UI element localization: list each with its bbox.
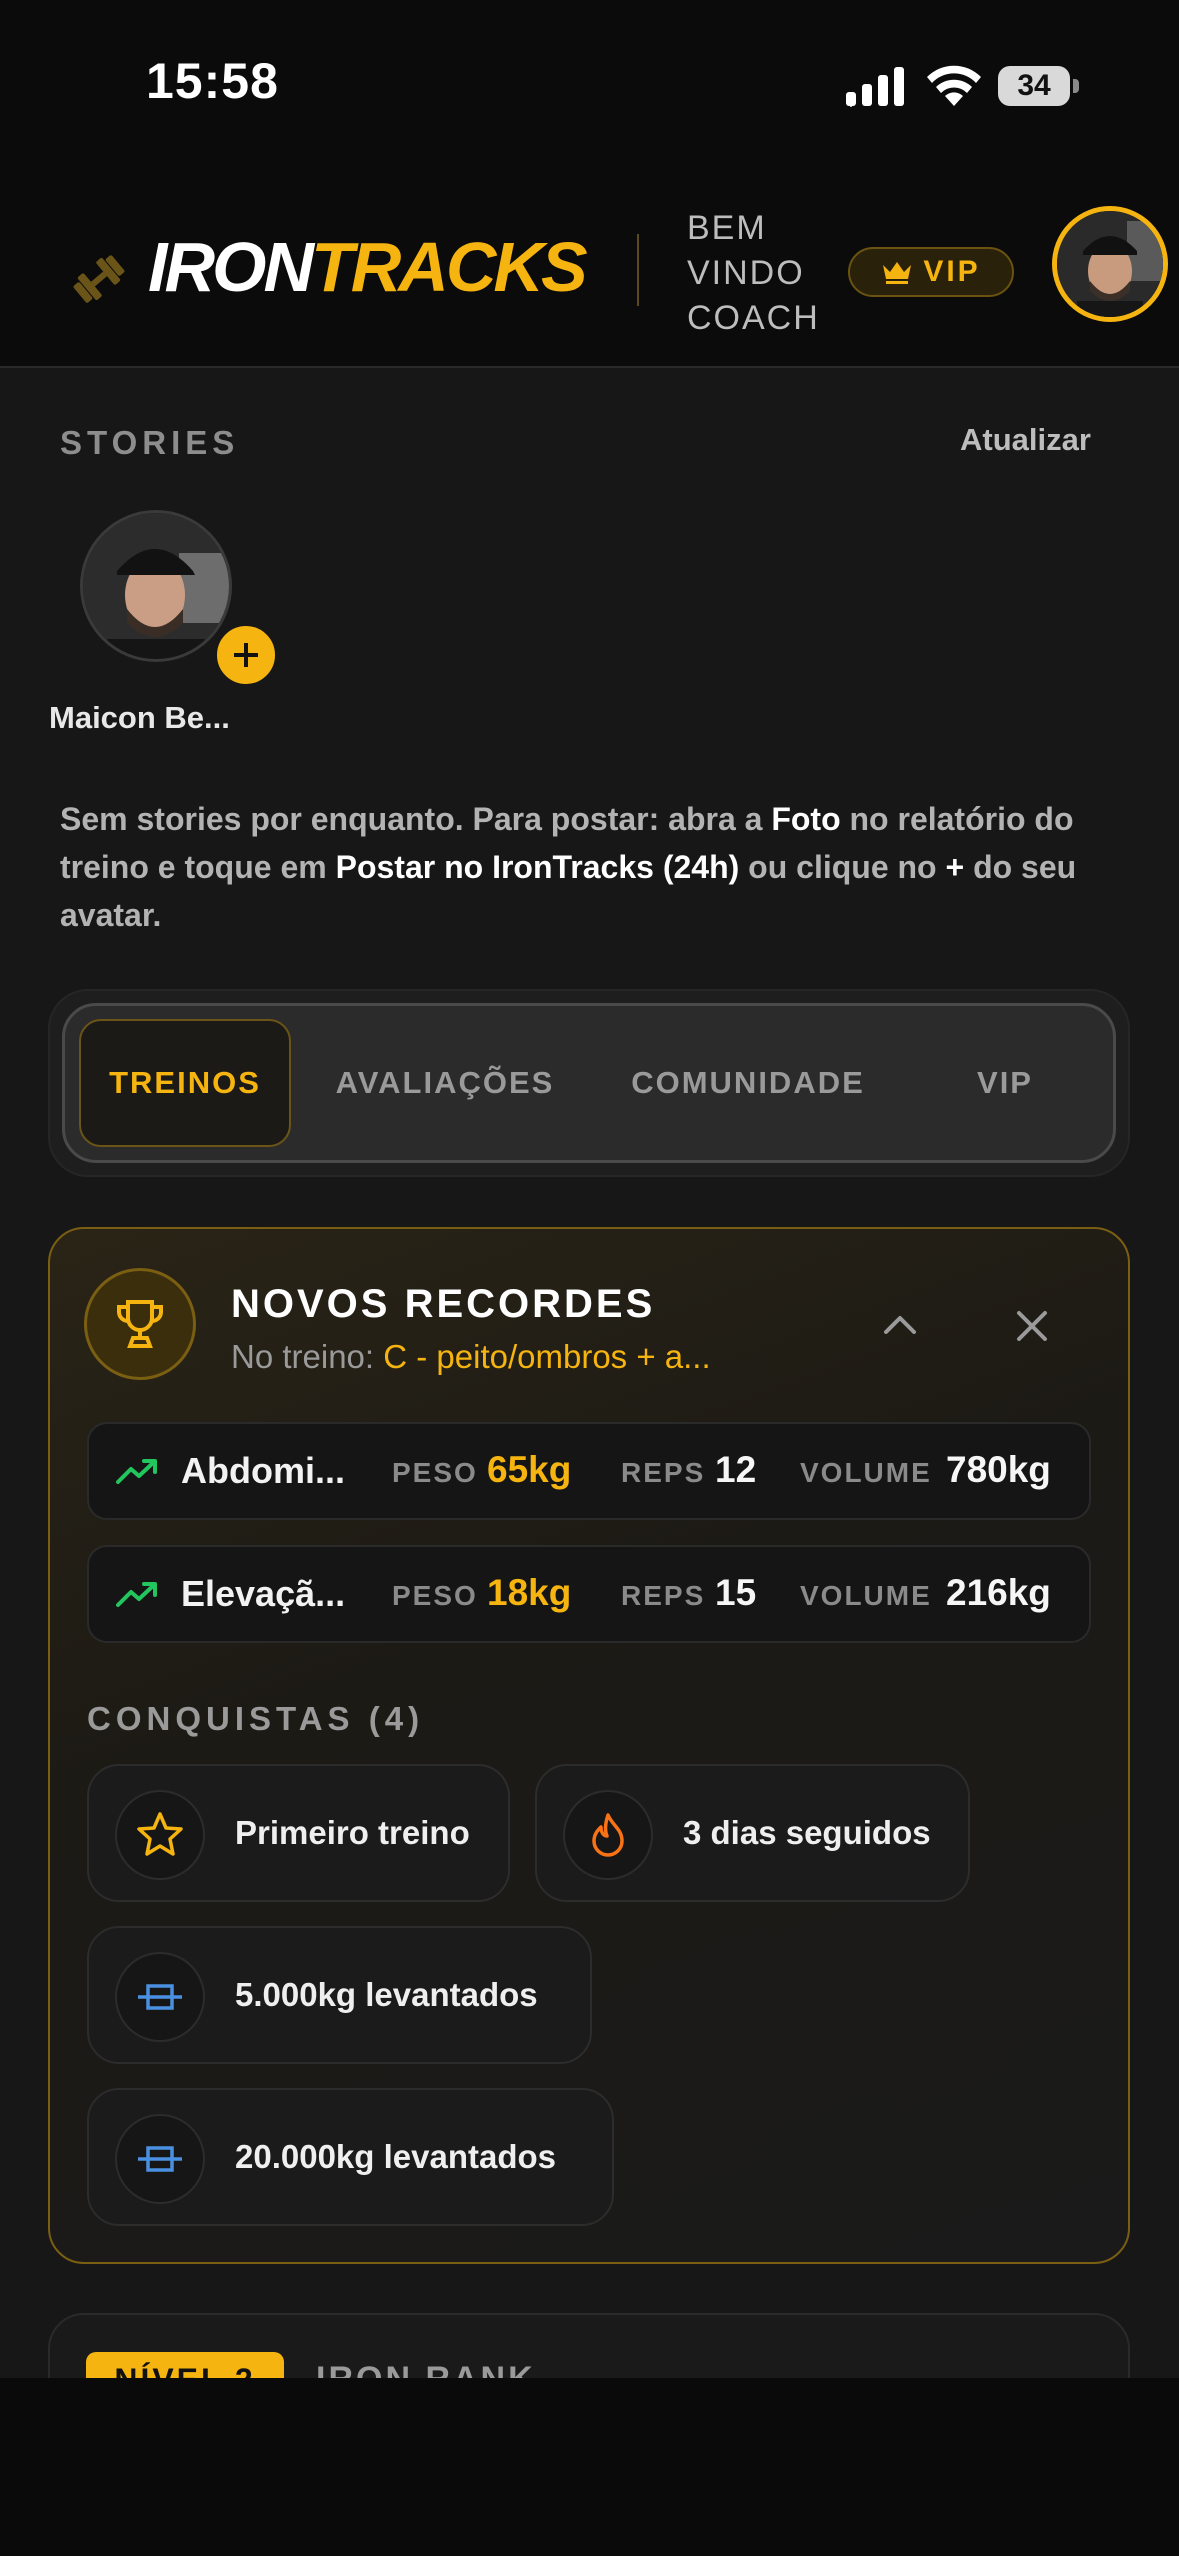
- iron-rank-title: IRON RANK: [316, 2360, 536, 2378]
- reps-label: REPS: [621, 1457, 706, 1488]
- profile-avatar[interactable]: [1052, 206, 1168, 322]
- achievement-icon-circle: [115, 1952, 205, 2042]
- tab-comunidade[interactable]: COMUNIDADE: [600, 1019, 896, 1147]
- volume-label: VOLUME: [800, 1580, 932, 1611]
- workout-name: C - peito/ombros + a...: [383, 1338, 711, 1375]
- achievement-icon-circle: [563, 1790, 653, 1880]
- achievement-label: 20.000kg levantados: [235, 2138, 557, 2175]
- volume-value: 780kg: [946, 1449, 1051, 1490]
- header-divider: [637, 234, 639, 306]
- cellular-signal-icon: [846, 67, 904, 107]
- chevron-up-icon[interactable]: [870, 1296, 930, 1356]
- star-icon: [137, 1812, 183, 1856]
- achievement-label: 5.000kg levantados: [235, 1976, 538, 2013]
- story-avatar-photo: [83, 513, 229, 659]
- status-bar: 15:58 34: [0, 0, 1179, 170]
- achievement-chip[interactable]: 5.000kg levantados: [87, 1926, 592, 2064]
- exercise-name: Elevaçã...: [181, 1573, 346, 1614]
- achievements-label: CONQUISTAS (4): [87, 1700, 425, 1737]
- barbell-icon: [138, 1984, 182, 2010]
- records-title: NOVOS RECORDES: [231, 1282, 656, 1326]
- achievement-label: Primeiro treino: [235, 1814, 470, 1851]
- welcome-line-1: BEM: [687, 209, 767, 247]
- peso-value: 18kg: [487, 1572, 572, 1613]
- peso-value: 65kg: [487, 1449, 572, 1490]
- vip-badge[interactable]: VIP: [848, 247, 1014, 297]
- achievement-chip[interactable]: 20.000kg levantados: [87, 2088, 614, 2226]
- avatar-photo: [1057, 211, 1163, 317]
- trending-up-icon: [116, 1459, 157, 1484]
- status-time: 15:58: [146, 53, 279, 109]
- refresh-stories-button[interactable]: Atualizar: [960, 422, 1091, 458]
- achievement-chip[interactable]: Primeiro treino: [87, 1764, 510, 1902]
- wifi-icon: [927, 65, 981, 106]
- dumbbell-icon: [73, 255, 125, 303]
- add-story-button[interactable]: [212, 621, 280, 689]
- achievement-icon-circle: [115, 1790, 205, 1880]
- tab-vip[interactable]: VIP: [920, 1019, 1090, 1147]
- reps-value: 15: [715, 1572, 757, 1613]
- battery-tip: [1073, 79, 1079, 93]
- logo-iron: IRON: [148, 228, 314, 306]
- barbell-icon: [138, 2146, 182, 2172]
- peso-label: PESO: [392, 1580, 478, 1611]
- story-user-name: Maicon Be...: [49, 700, 230, 735]
- welcome-line-3: COACH: [687, 299, 820, 337]
- achievement-icon-circle: [115, 2114, 205, 2204]
- welcome-line-2: VINDO: [687, 254, 805, 292]
- reps-value: 12: [715, 1449, 757, 1490]
- tab-treinos[interactable]: TREINOS: [79, 1019, 291, 1147]
- app-logo[interactable]: IRONTRACKS: [148, 232, 588, 302]
- level-badge: NÍVEL 2: [86, 2352, 284, 2378]
- exercise-name: Abdomi...: [181, 1450, 345, 1491]
- achievement-label: 3 dias seguidos: [683, 1814, 931, 1851]
- achievement-chip[interactable]: 3 dias seguidos: [535, 1764, 970, 1902]
- bottom-safe-area: [0, 2378, 1179, 2556]
- plus-icon: [234, 643, 258, 667]
- battery-indicator: 34: [998, 66, 1080, 106]
- vip-badge-label: VIP: [923, 255, 981, 288]
- trophy-badge: [84, 1268, 196, 1380]
- welcome-text: BEM VINDO COACH: [687, 206, 820, 341]
- close-icon[interactable]: [1002, 1296, 1062, 1356]
- crown-icon: [883, 262, 912, 284]
- flame-icon: [592, 1813, 624, 1857]
- record-row: Elevaçã... PESO 18kg REPS 15 VOLUME 216k…: [87, 1545, 1091, 1643]
- battery-level: 34: [998, 66, 1070, 106]
- records-subtitle: No treino: C - peito/ombros + a...: [231, 1338, 711, 1375]
- trophy-icon: [117, 1300, 163, 1348]
- app-header: IRONTRACKS BEM VINDO COACH VIP: [0, 170, 1179, 368]
- story-avatar[interactable]: [80, 510, 232, 662]
- stories-label: STORIES: [60, 424, 240, 461]
- peso-label: PESO: [392, 1457, 478, 1488]
- app-screen: 15:58 34 IRONTRACKS BEM VINDO COACH VIP …: [0, 0, 1179, 2378]
- reps-label: REPS: [621, 1580, 706, 1611]
- tab-avaliacoes[interactable]: AVALIAÇÕES: [310, 1019, 580, 1147]
- record-row: Abdomi... PESO 65kg REPS 12 VOLUME 780kg: [87, 1422, 1091, 1520]
- trending-up-icon: [116, 1582, 157, 1607]
- volume-value: 216kg: [946, 1572, 1051, 1613]
- stories-empty-message: Sem stories por enquanto. Para postar: a…: [60, 801, 1077, 933]
- volume-label: VOLUME: [800, 1457, 932, 1488]
- logo-tracks: TRACKS: [311, 228, 588, 306]
